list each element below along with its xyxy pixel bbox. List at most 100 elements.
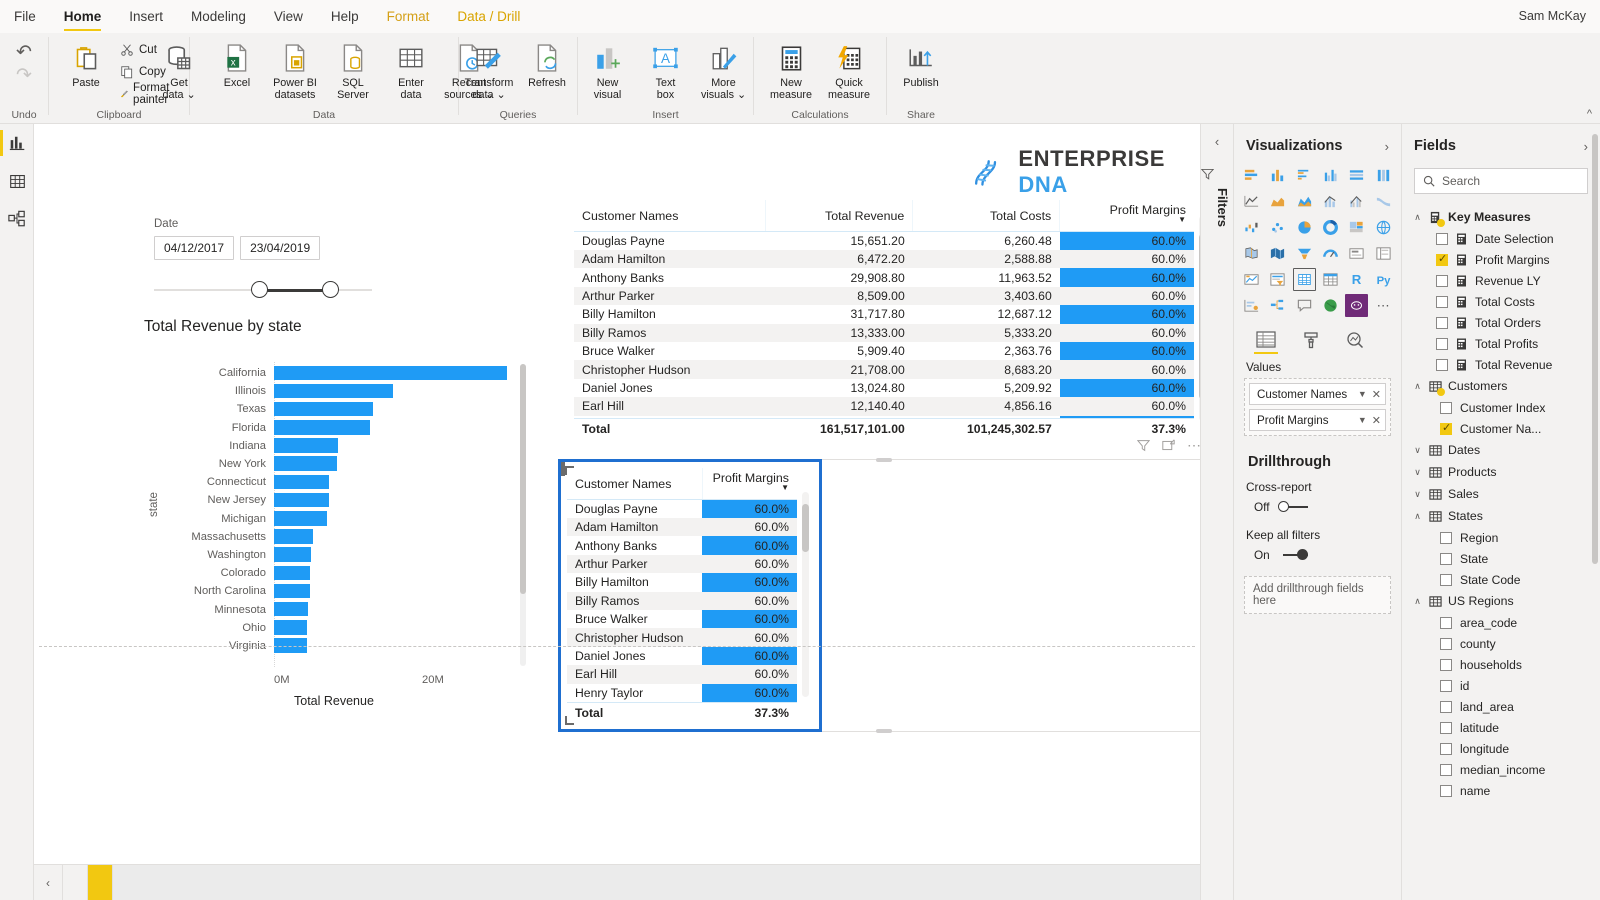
chart-bar-row[interactable]: Illinois [166, 382, 526, 400]
table-row[interactable]: Arthur Parker 60.0% [567, 554, 797, 574]
col-header-profit-margins[interactable]: Profit Margins ▼ [1059, 200, 1194, 232]
collapse-visualizations-chevron-icon[interactable]: › [1385, 139, 1389, 154]
viz-clustered-column-chart[interactable] [1319, 164, 1342, 187]
viz-stacked-column-chart[interactable] [1266, 164, 1289, 187]
viz-line-and-clustered-column-chart[interactable] [1345, 190, 1368, 213]
chart-bar-row[interactable]: Michigan [166, 510, 526, 528]
chevron-down-icon[interactable]: ∨ [1412, 445, 1423, 456]
ribbon-tab-insert[interactable]: Insert [115, 0, 177, 33]
viz-map[interactable] [1372, 216, 1395, 239]
viz-arcgis-map[interactable] [1319, 294, 1342, 317]
checkbox-unchecked[interactable] [1440, 700, 1452, 713]
table-row[interactable]: Billy Hamilton 60.0% [567, 573, 797, 592]
checkbox-unchecked[interactable] [1436, 274, 1448, 287]
chart-bar[interactable] [274, 601, 309, 617]
field-item-total-orders[interactable]: Total Orders [1402, 312, 1600, 333]
remove-field-icon[interactable]: ✕ [1372, 388, 1381, 401]
checkbox-unchecked[interactable] [1440, 401, 1452, 414]
viz-card[interactable] [1345, 242, 1368, 265]
viz-key-influencers[interactable] [1240, 294, 1263, 317]
table-row[interactable]: Christopher Hudson 60.0% [567, 628, 797, 647]
transform-data-button[interactable]: Transform data ⌄ [460, 37, 518, 101]
date-slicer[interactable]: Date 04/12/2017 23/04/2019 [154, 218, 384, 299]
ribbon-tab-modeling[interactable]: Modeling [177, 0, 260, 33]
chart-bar-row[interactable]: Connecticut [166, 473, 526, 491]
viz-python-visual[interactable]: Py [1372, 268, 1395, 291]
table-row[interactable]: Bruce Walker 60.0% [567, 609, 797, 629]
viz-pie-chart[interactable] [1293, 216, 1316, 239]
excel-button[interactable]: x Excel [208, 37, 266, 89]
checkbox-unchecked[interactable] [1436, 316, 1448, 329]
ribbon-tab-data-drill[interactable]: Data / Drill [443, 0, 534, 33]
filters-pane-collapsed[interactable]: ‹ Filters [1200, 124, 1234, 900]
chart-bar[interactable] [274, 420, 371, 435]
field-item-total-revenue[interactable]: Total Revenue [1402, 354, 1600, 375]
viz-stacked-area-chart[interactable] [1293, 190, 1316, 213]
viz-ribbon-chart[interactable] [1372, 190, 1395, 213]
col-header-customer-names[interactable]: Customer Names [574, 200, 766, 232]
viz-clustered-bar-chart[interactable] [1293, 164, 1316, 187]
date-slicer-end-input[interactable]: 23/04/2019 [240, 236, 321, 260]
table-row[interactable]: Earl Hill 12,140.40 4,856.16 60.0% [574, 397, 1194, 416]
chart-bar-row[interactable]: North Carolina [166, 582, 526, 600]
expand-filters-chevron-icon[interactable]: ‹ [1201, 124, 1233, 149]
cross-report-toggle[interactable] [1277, 501, 1308, 513]
table-row[interactable]: Anthony Banks 60.0% [567, 536, 797, 555]
get-data-button[interactable]: Get data ⌄ [150, 37, 208, 101]
field-item-area-code[interactable]: area_code [1402, 612, 1600, 633]
field-item-latitude[interactable]: latitude [1402, 717, 1600, 738]
table-row[interactable]: Daniel Jones 60.0% [567, 646, 797, 666]
field-item-customer-index[interactable]: Customer Index [1402, 397, 1600, 418]
sel-col-header-customer-names[interactable]: Customer Names [567, 468, 702, 500]
table-row[interactable]: Bruce Walker 5,909.40 2,363.76 60.0% [574, 341, 1194, 361]
chart-bar-row[interactable]: Florida [166, 419, 526, 437]
chart-bar[interactable] [274, 365, 507, 380]
chart-bar-row[interactable]: Minnesota [166, 600, 526, 618]
checkbox-unchecked[interactable] [1436, 337, 1448, 350]
viz-waterfall-chart[interactable] [1240, 216, 1263, 239]
chart-bar[interactable] [274, 456, 337, 471]
chevron-up-icon[interactable]: ∧ [1412, 511, 1423, 522]
remove-field-icon[interactable]: ✕ [1372, 414, 1381, 427]
new-measure-button[interactable]: New measure [762, 37, 820, 101]
viz-line-and-stacked-column-chart[interactable] [1319, 190, 1342, 213]
chevron-down-icon[interactable]: ∨ [1412, 489, 1423, 500]
table-row[interactable]: Earl Hill 60.0% [567, 665, 797, 684]
checkbox-unchecked[interactable] [1440, 763, 1452, 776]
chart-bar-row[interactable]: New Jersey [166, 491, 526, 509]
checkbox-unchecked[interactable] [1440, 679, 1452, 692]
field-item-median-income[interactable]: median_income [1402, 759, 1600, 780]
value-field-chip-profit-margins[interactable]: Profit Margins ▼ ✕ [1249, 409, 1386, 431]
rail-item-data-view[interactable] [0, 162, 34, 200]
viz-decomposition-tree[interactable] [1266, 294, 1289, 317]
viz-100-stacked-bar-chart[interactable] [1345, 164, 1368, 187]
field-item-longitude[interactable]: longitude [1402, 738, 1600, 759]
chart-bar[interactable] [274, 529, 313, 544]
chevron-up-icon[interactable]: ∧ [1412, 381, 1423, 392]
checkbox-checked[interactable] [1436, 252, 1448, 266]
checkbox-unchecked[interactable] [1436, 232, 1448, 245]
field-item-state-code[interactable]: State Code [1402, 569, 1600, 590]
ribbon-tab-format[interactable]: Format [373, 0, 444, 33]
chart-bar-row[interactable]: New York [166, 455, 526, 473]
ribbon-tab-home[interactable]: Home [50, 0, 116, 33]
chart-bar-row[interactable]: California [166, 364, 526, 382]
checkbox-unchecked[interactable] [1440, 637, 1452, 650]
field-item-profit-margins[interactable]: Profit Margins [1402, 249, 1600, 270]
field-item-land-area[interactable]: land_area [1402, 696, 1600, 717]
viz-shape-map[interactable] [1266, 242, 1289, 265]
refresh-button[interactable]: Refresh [518, 37, 576, 89]
value-field-chip-customer-names[interactable]: Customer Names ▼ ✕ [1249, 383, 1386, 405]
viz-scatter-chart[interactable] [1266, 216, 1289, 239]
table-row[interactable]: Billy Hamilton 31,717.80 12,687.12 60.0% [574, 305, 1194, 324]
fields-table-customers[interactable]: ∧ Customers [1402, 375, 1600, 397]
chart-bar[interactable] [274, 474, 329, 490]
chart-bar-row[interactable]: Washington [166, 546, 526, 564]
collapse-fields-chevron-icon[interactable]: › [1584, 139, 1588, 154]
fields-table-key-measures[interactable]: ∧ Key Measures [1402, 206, 1600, 228]
keep-all-filters-toggle-row[interactable]: On [1234, 548, 1401, 576]
report-page-canvas[interactable]: ENTERPRISE DNA Date 04/12/2017 23/04/201… [34, 124, 1200, 772]
table-row[interactable]: Douglas Payne 15,651.20 6,260.48 60.0% [574, 231, 1194, 250]
fields-table-us-regions[interactable]: ∧ US Regions [1402, 590, 1600, 612]
chart-bar[interactable] [274, 565, 311, 581]
